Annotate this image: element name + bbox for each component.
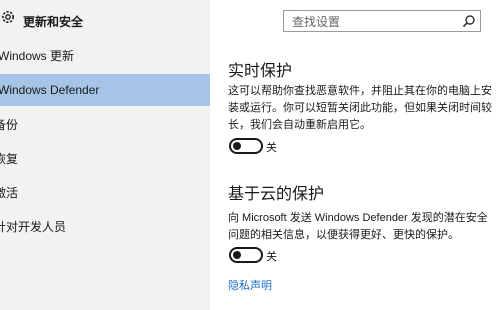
sidebar-item-windows-update[interactable]: Windows 更新 (0, 40, 210, 72)
sidebar-item-label: 激活 (0, 186, 19, 200)
sidebar-item-label: Windows 更新 (0, 49, 75, 63)
sidebar-item-label: 备份 (0, 118, 19, 132)
realtime-protection-heading: 实时保护 (228, 63, 293, 80)
sidebar-item-label: Windows Defender (0, 83, 100, 97)
cloud-protection-toggle-label: 关 (266, 251, 277, 263)
sidebar-item-for-developers[interactable]: 针对开发人员 (0, 211, 210, 243)
sidebar-item-label: 针对开发人员 (0, 220, 67, 234)
cloud-protection-heading: 基于云的保护 (228, 186, 325, 203)
privacy-statement-link[interactable]: 隐私声明 (228, 277, 272, 293)
realtime-protection-description: 这可以帮助你查找恶意软件，并阻止其在你的电脑上安装或运行。你可以短暂关闭此功能，… (228, 85, 492, 131)
realtime-protection-toggle[interactable] (229, 138, 263, 154)
sidebar-item-windows-defender[interactable]: Windows Defender (0, 74, 210, 106)
sidebar-item-label: 恢复 (0, 152, 19, 166)
cloud-protection-description: 向 Microsoft 发送 Windows Defender 发现的潜在安全问… (228, 212, 488, 241)
toggle-knob (233, 142, 241, 150)
gear-icon (2, 11, 14, 23)
search-box[interactable] (283, 10, 481, 32)
sidebar-item-backup[interactable]: 备份 (0, 109, 210, 141)
cloud-protection-toggle[interactable] (229, 247, 263, 263)
sidebar-item-activation[interactable]: 激活 (0, 177, 210, 209)
toggle-knob (233, 251, 241, 259)
settings-category-title: 更新和安全 (23, 15, 84, 29)
sidebar: 更新和安全 Windows 更新 Windows Defender 备份 恢复 … (0, 0, 210, 310)
sidebar-item-recovery[interactable]: 恢复 (0, 143, 210, 175)
search-input[interactable] (290, 13, 454, 31)
realtime-protection-toggle-label: 关 (266, 142, 277, 154)
search-icon[interactable] (462, 14, 476, 28)
